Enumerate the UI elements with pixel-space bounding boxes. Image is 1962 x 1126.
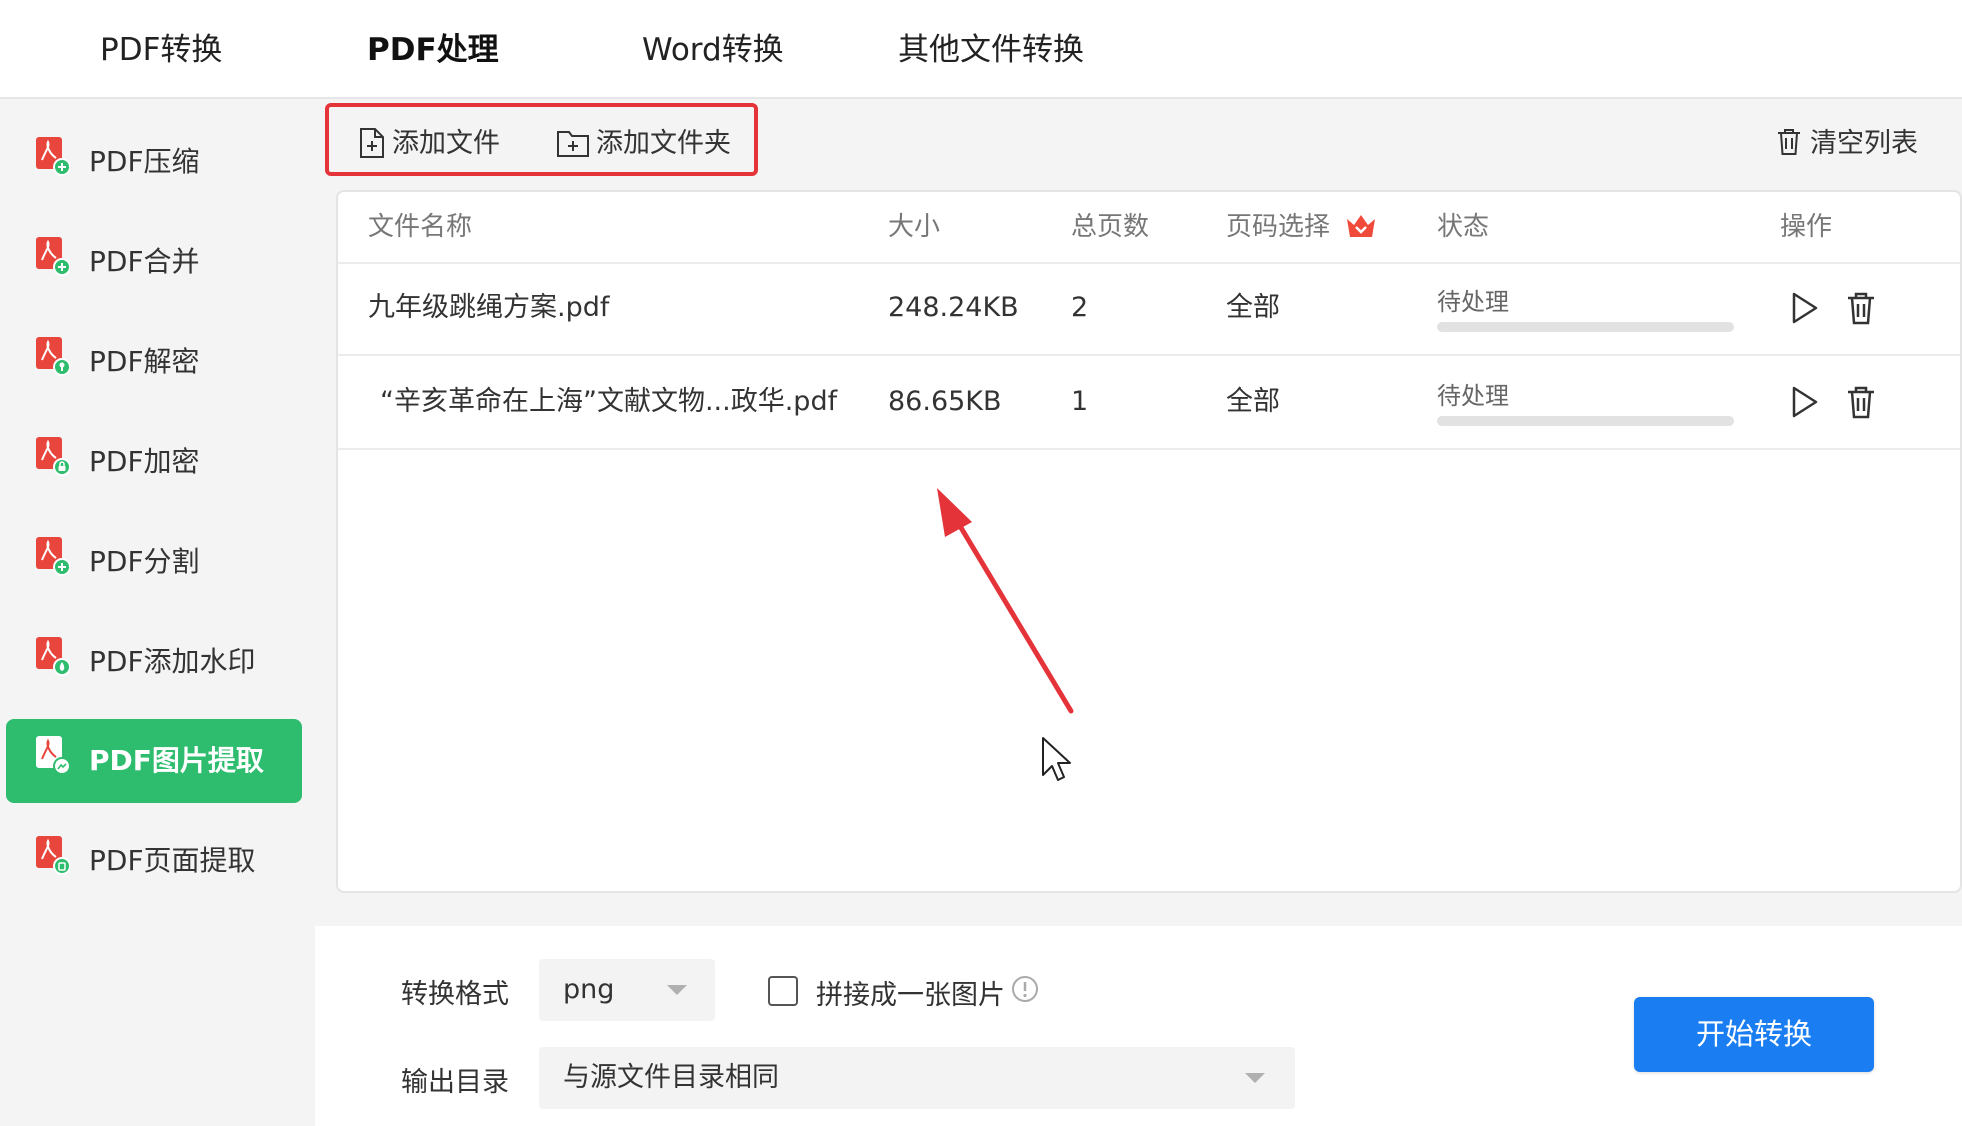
clear-list-label: 清空列表	[1810, 128, 1918, 159]
progress-bar	[1437, 416, 1734, 426]
file-name: 九年级跳绳方案.pdf	[368, 292, 610, 323]
sidebar: PDF压缩 PDF合并 PDF解密 PDF加密 PDF分割 PDF添加水印 PD…	[0, 99, 315, 1126]
status-text: 待处理	[1437, 382, 1509, 410]
pdf-compress-icon	[36, 137, 70, 176]
sidebar-item-pdf-encrypt[interactable]: PDF加密	[6, 420, 302, 504]
format-label: 转换格式	[401, 979, 509, 1010]
clear-list-button[interactable]: 清空列表	[1776, 120, 1918, 168]
chevron-down-icon	[667, 985, 687, 995]
sidebar-item-label: PDF分割	[89, 545, 200, 578]
add-file-button[interactable]: 添加文件	[358, 120, 500, 168]
tab-label: PDF转换	[100, 32, 223, 68]
sidebar-item-label: PDF页面提取	[89, 844, 256, 877]
status-text: 待处理	[1437, 288, 1509, 316]
file-size: 86.65KB	[888, 386, 1002, 417]
page-count: 1	[1071, 386, 1089, 417]
info-icon[interactable]	[1011, 975, 1039, 1003]
sidebar-item-pdf-watermark[interactable]: PDF添加水印	[6, 620, 302, 704]
file-table: 文件名称 大小 总页数 页码选择 状态 操作 九年级跳绳方案.pdf 248.2…	[336, 190, 1962, 893]
output-dir-value: 与源文件目录相同	[563, 1062, 779, 1093]
add-folder-icon	[557, 130, 589, 157]
pdf-watermark-icon	[36, 637, 70, 676]
page-select-value[interactable]: 全部	[1226, 356, 1280, 448]
table-row[interactable]: “辛亥革命在上海”文献文物...政华.pdf 86.65KB 1 全部 待处理	[338, 356, 1960, 450]
play-icon[interactable]	[1786, 290, 1822, 326]
tab-label: Word转换	[642, 32, 784, 68]
sidebar-item-label: PDF压缩	[89, 145, 200, 178]
top-nav: PDF转换 PDF处理 Word转换 其他文件转换	[0, 0, 1962, 99]
pdf-split-icon	[36, 537, 70, 576]
progress-bar	[1437, 322, 1734, 332]
page-select-header-label: 页码选择	[1226, 212, 1331, 242]
tab-pdf-process[interactable]: PDF处理	[367, 24, 499, 80]
pdf-merge-icon	[36, 237, 70, 276]
pdf-page-extract-icon	[36, 836, 70, 875]
sidebar-item-label: PDF添加水印	[89, 645, 256, 678]
trash-icon	[1778, 128, 1800, 155]
output-dir-label: 输出目录	[401, 1067, 509, 1098]
sidebar-item-pdf-compress[interactable]: PDF压缩	[6, 120, 302, 204]
page-select-value[interactable]: 全部	[1226, 262, 1280, 354]
sidebar-item-label: PDF合并	[89, 245, 200, 278]
sidebar-item-label: PDF解密	[89, 345, 200, 378]
add-file-icon	[360, 127, 384, 158]
pdf-image-extract-icon	[36, 736, 70, 775]
start-convert-button[interactable]: 开始转换	[1634, 997, 1874, 1072]
play-icon[interactable]	[1786, 384, 1822, 420]
merge-image-label: 拼接成一张图片	[816, 980, 1005, 1011]
tab-label: PDF处理	[367, 32, 499, 68]
sidebar-item-label: PDF加密	[89, 445, 200, 478]
pdf-encrypt-icon	[36, 437, 70, 476]
tab-pdf-convert[interactable]: PDF转换	[100, 24, 222, 76]
format-select-value: png	[563, 974, 615, 1005]
add-file-label: 添加文件	[392, 128, 500, 159]
chevron-down-icon	[1245, 1073, 1265, 1083]
sidebar-item-label: PDF图片提取	[89, 744, 264, 777]
add-folder-label: 添加文件夹	[596, 128, 731, 159]
tab-label: 其他文件转换	[898, 32, 1084, 68]
sidebar-item-pdf-split[interactable]: PDF分割	[6, 520, 302, 604]
sidebar-item-pdf-image-extract[interactable]: PDF图片提取	[6, 719, 302, 803]
column-header-size: 大小	[888, 212, 941, 242]
column-header-pages: 总页数	[1071, 212, 1150, 242]
sidebar-item-pdf-merge[interactable]: PDF合并	[6, 220, 302, 304]
pdf-decrypt-icon	[36, 337, 70, 376]
format-select[interactable]: png	[539, 959, 715, 1021]
column-header-status: 状态	[1437, 212, 1490, 242]
vip-crown-icon	[1347, 214, 1376, 237]
page-count: 2	[1071, 292, 1089, 323]
add-folder-button[interactable]: 添加文件夹	[556, 120, 731, 168]
tab-word-convert[interactable]: Word转换	[642, 24, 784, 76]
output-dir-select[interactable]: 与源文件目录相同	[539, 1047, 1295, 1109]
table-row[interactable]: 九年级跳绳方案.pdf 248.24KB 2 全部 待处理	[338, 262, 1960, 356]
file-size: 248.24KB	[888, 292, 1019, 323]
merge-image-checkbox[interactable]	[768, 976, 798, 1006]
delete-icon[interactable]	[1843, 290, 1879, 326]
column-header-page-select: 页码选择	[1226, 192, 1378, 262]
column-header-actions: 操作	[1780, 212, 1833, 242]
column-header-name: 文件名称	[368, 212, 473, 242]
table-header: 文件名称 大小 总页数 页码选择 状态 操作	[338, 192, 1960, 264]
delete-icon[interactable]	[1843, 384, 1879, 420]
file-name: “辛亥革命在上海”文献文物...政华.pdf	[380, 386, 838, 417]
sidebar-item-pdf-page-extract[interactable]: PDF页面提取	[6, 819, 302, 903]
sidebar-item-pdf-decrypt[interactable]: PDF解密	[6, 320, 302, 404]
tab-other-convert[interactable]: 其他文件转换	[898, 24, 1084, 76]
